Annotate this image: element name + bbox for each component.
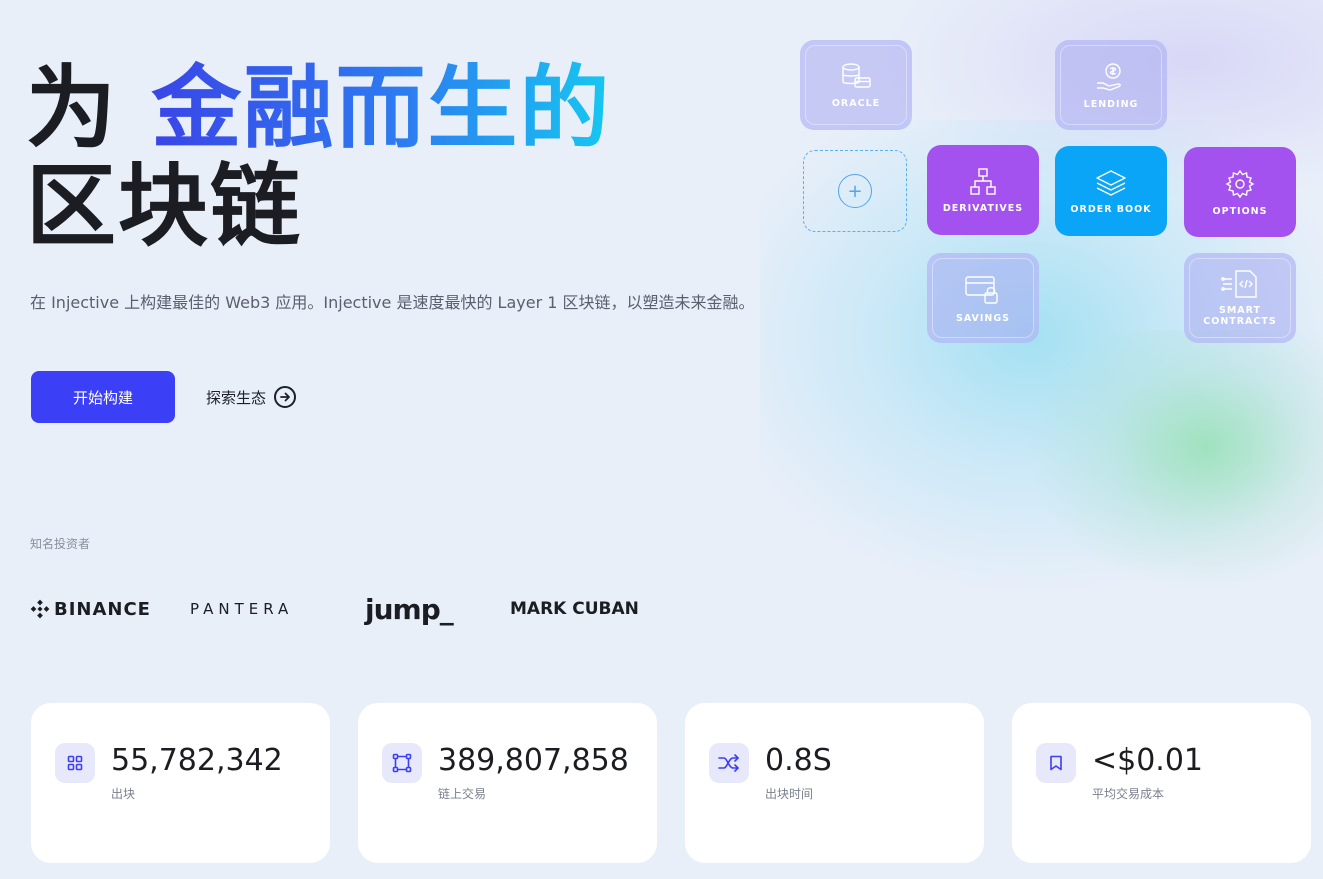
stat-card-block-time: 0.8S 出块时间 [685, 703, 984, 863]
explore-ecosystem-link[interactable]: 探索生态 [206, 380, 297, 414]
background-glow [1030, 330, 1323, 590]
tile-lending-label: LENDING [1083, 98, 1139, 110]
tile-smart-contracts-label: SMART CONTRACTS [1203, 305, 1277, 327]
hero-title-prefix: 为 [26, 56, 118, 161]
hierarchy-icon [970, 167, 996, 195]
tile-oracle[interactable]: ORACLE [800, 40, 912, 130]
start-building-button[interactable]: 开始构建 [31, 371, 175, 423]
tile-lending[interactable]: LENDING [1055, 40, 1167, 130]
investors-label: 知名投资者 [30, 537, 91, 551]
grid-icon [55, 743, 95, 783]
stat-value: 55,782,342 [111, 743, 283, 778]
plus-icon: + [838, 174, 872, 208]
nodes-icon [382, 743, 422, 783]
gear-icon [1225, 169, 1255, 198]
tile-options[interactable]: OPTIONS [1184, 147, 1296, 237]
tile-order-book-label: ORDER BOOK [1070, 203, 1152, 215]
stat-value: <$0.01 [1092, 743, 1204, 778]
hero-title: 为 金融而生的 区块链 [26, 60, 611, 256]
tile-order-book[interactable]: ORDER BOOK [1055, 146, 1167, 236]
binance-wordmark: BINANCE [54, 598, 151, 620]
code-file-icon [1221, 270, 1257, 298]
stat-label: 链上交易 [438, 787, 487, 801]
stat-label: 出块 [111, 787, 136, 801]
stat-value: 389,807,858 [438, 743, 629, 778]
hero-subtitle: 在 Injective 上构建最佳的 Web3 应用。Injective 是速度… [30, 293, 755, 312]
explore-ecosystem-label: 探索生态 [206, 388, 267, 407]
tile-options-label: OPTIONS [1212, 205, 1268, 217]
jump-logo: jump_ [365, 592, 454, 626]
shuffle-icon [709, 743, 749, 783]
stat-value: 0.8S [765, 743, 832, 778]
mark-cuban-logo: MARK CUBAN [510, 599, 639, 619]
stat-label: 出块时间 [765, 787, 814, 801]
stat-label: 平均交易成本 [1092, 787, 1165, 801]
stat-card-avg-fee: <$0.01 平均交易成本 [1012, 703, 1311, 863]
tile-smart-contracts[interactable]: SMART CONTRACTS [1184, 253, 1296, 343]
stat-card-transactions: 389,807,858 链上交易 [358, 703, 657, 863]
tile-savings[interactable]: SAVINGS [927, 253, 1039, 343]
hero-title-highlight: 金融而生的 [151, 56, 612, 161]
tile-savings-label: SAVINGS [955, 312, 1011, 324]
binance-mark-icon [30, 599, 50, 619]
add-tile-button[interactable]: + [803, 150, 907, 232]
bookmark-icon [1036, 743, 1076, 783]
database-icon [842, 62, 871, 88]
card-lock-icon [965, 275, 998, 304]
hand-coin-icon [1097, 62, 1121, 91]
tile-derivatives[interactable]: DERIVATIVES [927, 145, 1039, 235]
tile-derivatives-label: DERIVATIVES [942, 202, 1024, 214]
arrow-right-icon [274, 386, 297, 408]
layers-icon [1096, 169, 1126, 196]
hero-title-line2: 区块链 [26, 154, 302, 259]
tile-oracle-label: ORACLE [831, 97, 881, 109]
binance-logo: BINANCE [30, 594, 151, 624]
pantera-logo: PANTERA [190, 600, 294, 618]
stat-card-blocks: 55,782,342 出块 [31, 703, 330, 863]
